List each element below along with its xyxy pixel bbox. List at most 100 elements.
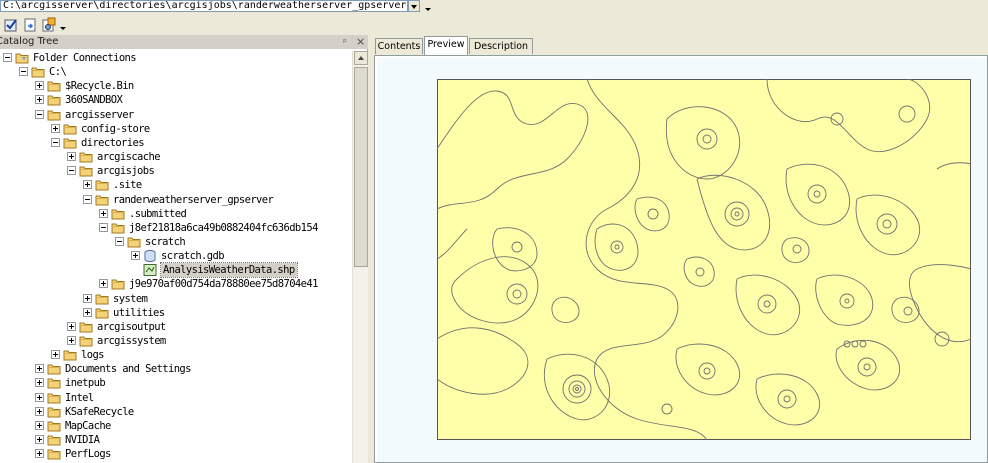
expand-plus-icon[interactable] xyxy=(35,421,44,430)
tree-item-label: arcgisjobs xyxy=(97,165,155,177)
refresh-icon[interactable] xyxy=(22,17,38,33)
tab-preview[interactable]: Preview xyxy=(424,36,468,55)
tree-item[interactable]: arcgissystem xyxy=(0,334,352,348)
expand-plus-icon[interactable] xyxy=(99,279,108,288)
expand-plus-icon[interactable] xyxy=(99,209,108,218)
catalog-tree: Folder Connections C:\ $Recycle.Bin 360SAND… xyxy=(0,51,352,463)
expand-plus-icon[interactable] xyxy=(67,152,76,161)
tree-item[interactable]: $Recycle.Bin xyxy=(0,79,352,93)
connect-check-icon[interactable] xyxy=(3,17,19,33)
content-panel: Contents Preview Description xyxy=(370,35,988,463)
contour-map[interactable] xyxy=(437,79,971,440)
expand-plus-icon[interactable] xyxy=(35,449,44,458)
expand-plus-icon[interactable] xyxy=(35,378,44,387)
tree-item[interactable]: inetpub xyxy=(0,376,352,390)
expand-plus-icon[interactable] xyxy=(35,81,44,90)
pin-icon[interactable]: ᵖ xyxy=(343,36,347,49)
expand-plus-icon[interactable] xyxy=(83,180,92,189)
close-icon[interactable]: × xyxy=(356,35,365,49)
tree-item[interactable]: Folder Connections xyxy=(0,51,352,65)
tree-item[interactable]: Intel xyxy=(0,391,352,405)
collapse-minus-icon[interactable] xyxy=(67,166,76,175)
panel-title: Catalog Tree xyxy=(0,36,59,47)
tree-item[interactable]: .site xyxy=(0,178,352,192)
expand-plus-icon[interactable] xyxy=(35,364,44,373)
folder-icon xyxy=(95,293,110,305)
expand-plus-icon[interactable] xyxy=(131,251,140,260)
tree-item[interactable]: PerfLogs xyxy=(0,447,352,461)
tree-item[interactable]: C:\ xyxy=(0,65,352,79)
tree-item[interactable]: logs xyxy=(0,348,352,362)
expand-plus-icon[interactable] xyxy=(35,393,44,402)
tab-label: Contents xyxy=(377,41,421,52)
tree-item[interactable]: system xyxy=(0,292,352,306)
tree-item-label: arcgisoutput xyxy=(97,321,166,333)
expand-plus-icon[interactable] xyxy=(83,308,92,317)
expand-plus-icon[interactable] xyxy=(35,407,44,416)
tree-item[interactable]: j9e970af00d754da78880ee75d8704e41 xyxy=(0,277,352,291)
tree-item-label: inetpub xyxy=(65,377,106,389)
toolbar-overflow-chevron-icon[interactable] xyxy=(60,23,68,33)
collapse-minus-icon[interactable] xyxy=(3,53,12,62)
collapse-minus-icon[interactable] xyxy=(115,237,124,246)
tree-item[interactable]: utilities xyxy=(0,306,352,320)
folder-icon xyxy=(79,165,94,177)
tree-item[interactable]: j8ef21818a6ca49b0882404fc636db154 xyxy=(0,221,352,235)
expand-plus-icon[interactable] xyxy=(35,95,44,104)
expand-plus-icon[interactable] xyxy=(83,294,92,303)
scroll-up-arrow-icon[interactable] xyxy=(354,51,368,65)
tree-item[interactable]: config-store xyxy=(0,122,352,136)
tree-item[interactable]: arcgisserver xyxy=(0,108,352,122)
tree-item[interactable]: .submitted xyxy=(0,207,352,221)
scrollbar-thumb[interactable] xyxy=(354,67,368,267)
collapse-minus-icon[interactable] xyxy=(83,195,92,204)
tree-item-label: j9e970af00d754da78880ee75d8704e41 xyxy=(129,278,318,290)
tree-item-label: MapCache xyxy=(65,420,111,432)
tree-item[interactable]: arcgisjobs xyxy=(0,164,352,178)
tree-item[interactable]: AnalysisWeatherData.shp xyxy=(0,262,352,278)
expand-plus-icon[interactable] xyxy=(67,336,76,345)
tree-item[interactable]: NVIDIA xyxy=(0,433,352,447)
vertical-scrollbar[interactable] xyxy=(352,51,368,463)
tree-item-label: AnalysisWeatherData.shp xyxy=(160,262,298,278)
expand-plus-icon[interactable] xyxy=(51,124,60,133)
folder-icon xyxy=(111,208,126,220)
collapse-minus-icon[interactable] xyxy=(99,223,108,232)
folder-icon xyxy=(47,377,62,389)
tree-item[interactable]: scratch xyxy=(0,235,352,249)
tree-item-label: PerfLogs xyxy=(65,448,111,460)
location-input[interactable]: C:\arcgisserver\directories\arcgisjobs\r… xyxy=(0,0,408,12)
folder-icon xyxy=(47,94,62,106)
collapse-minus-icon[interactable] xyxy=(35,110,44,119)
options-icon[interactable] xyxy=(41,17,57,33)
expand-plus-icon[interactable] xyxy=(35,435,44,444)
tree-item[interactable]: Documents and Settings xyxy=(0,362,352,376)
collapse-minus-icon[interactable] xyxy=(51,138,60,147)
tree-item-label: arcgisserver xyxy=(65,109,134,121)
folder-icon xyxy=(79,335,94,347)
collapse-minus-icon[interactable] xyxy=(19,67,28,76)
tree-item-label: system xyxy=(113,293,148,305)
expand-plus-icon[interactable] xyxy=(67,322,76,331)
folder-icon xyxy=(47,109,62,121)
tree-item-label: config-store xyxy=(81,123,150,135)
tree-item[interactable]: directories xyxy=(0,136,352,150)
location-dropdown-button[interactable] xyxy=(408,0,420,12)
tree-item[interactable]: 360SANDBOX xyxy=(0,93,352,107)
expand-plus-icon[interactable] xyxy=(51,350,60,359)
folder-icon xyxy=(95,179,110,191)
tree-item[interactable]: scratch.gdb xyxy=(0,249,352,263)
tree-item[interactable]: randerweatherserver_gpserver xyxy=(0,193,352,207)
tree-item[interactable]: MapCache xyxy=(0,419,352,433)
tree-item[interactable]: KSafeRecycle xyxy=(0,405,352,419)
toolbar-overflow-chevron-icon[interactable] xyxy=(423,2,433,14)
tab-label: Description xyxy=(473,41,529,52)
tab-description[interactable]: Description xyxy=(469,38,533,54)
tree-item-label: 360SANDBOX xyxy=(65,94,123,106)
preview-area[interactable] xyxy=(374,55,988,463)
tree-item[interactable]: arcgisoutput xyxy=(0,320,352,334)
tree-item[interactable]: arcgiscache xyxy=(0,150,352,164)
folder-icon xyxy=(47,392,62,404)
tab-contents[interactable]: Contents xyxy=(375,38,423,54)
tree-item-label: .submitted xyxy=(129,208,187,220)
